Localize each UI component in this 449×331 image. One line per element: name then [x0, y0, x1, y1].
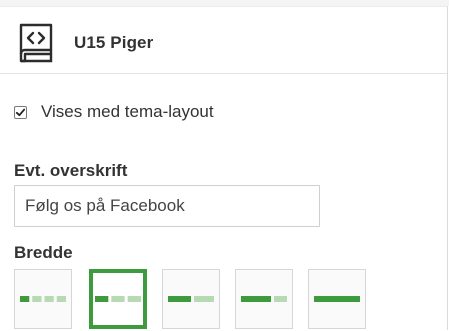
widget-header: U15 Piger [14, 21, 153, 65]
checkmark-icon [15, 108, 26, 116]
width-glyph-icon [168, 296, 214, 302]
widget-settings-panel: U15 Piger Vises med tema-layout Evt. ove… [0, 6, 448, 330]
widget-title: U15 Piger [74, 33, 154, 52]
header-divider [0, 73, 447, 74]
width-label: Bredde [14, 243, 73, 262]
code-document-icon [19, 23, 53, 63]
width-glyph-icon [20, 296, 66, 302]
heading-input[interactable] [14, 185, 320, 227]
width-option-5[interactable] [308, 269, 366, 329]
theme-layout-row[interactable]: Vises med tema-layout [14, 102, 214, 122]
width-option-1[interactable] [14, 269, 72, 329]
theme-layout-label: Vises med tema-layout [41, 102, 214, 121]
width-option-3[interactable] [162, 269, 220, 329]
theme-layout-checkbox[interactable] [14, 105, 27, 119]
width-glyph-icon [314, 296, 360, 302]
width-option-2[interactable] [89, 269, 147, 329]
width-glyph-icon [241, 296, 287, 302]
width-glyph-icon [95, 296, 141, 302]
width-option-4[interactable] [235, 269, 293, 329]
heading-field-label: Evt. overskrift [14, 161, 128, 180]
